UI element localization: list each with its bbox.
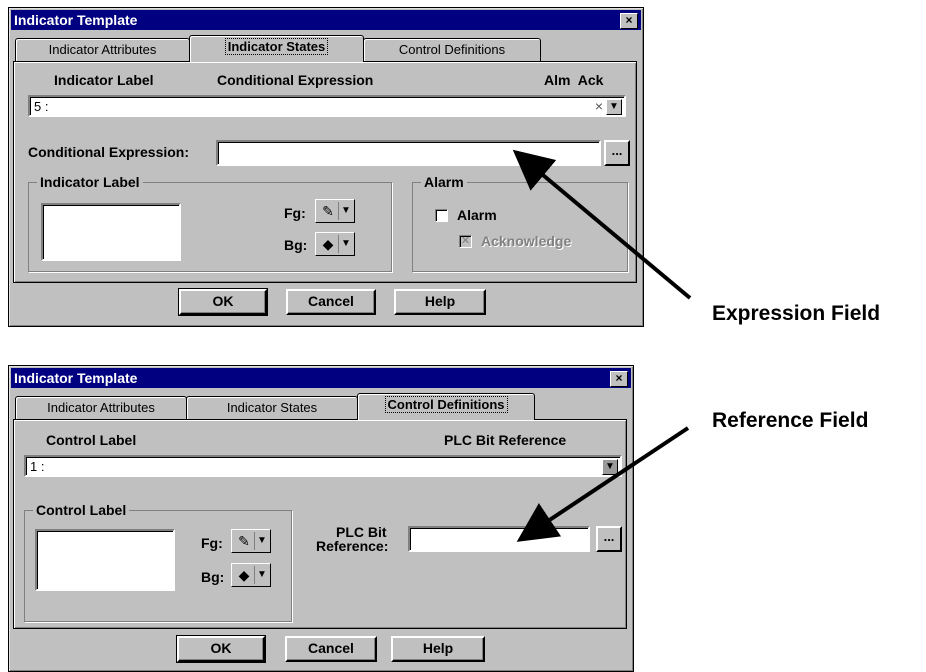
paint-bucket-icon: ◆ — [238, 567, 250, 583]
plc-bit-reference-field[interactable] — [408, 526, 590, 552]
combo-value: 5 : — [34, 99, 49, 114]
column-header-alm-ack: Alm Ack — [544, 72, 604, 88]
tab-indicator-states[interactable]: Indicator States — [186, 396, 358, 420]
arrow-down-icon: ▼ — [338, 202, 353, 220]
reference-field-annotation: Reference Field — [712, 409, 869, 432]
acknowledge-checkbox-label: Acknowledge — [481, 233, 572, 249]
group-title: Control Label — [33, 502, 130, 518]
tab-control-definitions[interactable]: Control Definitions — [357, 393, 535, 420]
indicator-template-dialog-controls: Indicator Template × Indicator Attribute… — [8, 365, 634, 672]
controls-combo[interactable]: 1 : ▼ — [24, 455, 622, 477]
conditional-expression-label: Conditional Expression: — [28, 144, 190, 160]
arrow-down-icon: ▼ — [338, 235, 353, 253]
chevron-down-icon[interactable]: ▼ — [602, 459, 618, 475]
alm-mark: × — [594, 98, 603, 114]
bg-color-button[interactable]: ◆ ▼ — [315, 232, 355, 256]
indicator-label-group: Indicator Label Fg: ✎ ▼ Bg: ◆ ▼ — [28, 174, 392, 272]
close-icon[interactable]: × — [610, 371, 628, 387]
fg-color-button[interactable]: ✎ ▼ — [315, 199, 355, 223]
states-combo[interactable]: 5 : × ▼ — [28, 95, 626, 117]
expression-field-annotation: Expression Field — [712, 302, 881, 325]
fg-label: Fg: — [201, 535, 223, 551]
tab-control-definitions[interactable]: Control Definitions — [363, 38, 541, 62]
combo-value: 1 : — [30, 459, 45, 474]
browse-expression-button[interactable]: ... — [604, 140, 630, 166]
chevron-down-icon[interactable]: ▼ — [606, 99, 622, 115]
cancel-button[interactable]: Cancel — [285, 636, 377, 662]
arrow-down-icon: ▼ — [254, 566, 269, 584]
arrow-down-icon: ▼ — [254, 532, 269, 550]
paint-bucket-icon: ◆ — [322, 236, 334, 252]
ok-button[interactable]: OK — [176, 635, 266, 663]
column-header-plc-bit-reference: PLC Bit Reference — [444, 432, 567, 448]
ok-button[interactable]: OK — [178, 288, 268, 316]
tab-indicator-states[interactable]: Indicator States — [189, 35, 364, 62]
tab-indicator-attributes[interactable]: Indicator Attributes — [15, 38, 190, 62]
close-icon[interactable]: × — [620, 13, 638, 29]
acknowledge-checkbox[interactable]: ✕ — [459, 235, 472, 248]
dialog-title-bar[interactable]: Indicator Template × — [11, 368, 631, 388]
bg-label: Bg: — [201, 569, 225, 585]
help-button[interactable]: Help — [394, 289, 486, 315]
indicator-label-textbox[interactable] — [41, 203, 181, 261]
tab-panel: Control Label PLC Bit Reference 1 : ▼ Co… — [13, 419, 627, 629]
help-button[interactable]: Help — [391, 636, 485, 662]
alarm-group: Alarm Alarm ✕ Acknowledge — [412, 174, 628, 272]
group-title: Indicator Label — [37, 174, 143, 190]
dialog-title: Indicator Template — [14, 370, 138, 386]
fg-label: Fg: — [284, 205, 306, 221]
indicator-template-dialog-states: Indicator Template × Indicator Attribute… — [8, 7, 644, 327]
tab-panel: Indicator Label Conditional Expression A… — [13, 61, 637, 283]
tab-indicator-attributes[interactable]: Indicator Attributes — [15, 396, 187, 420]
dialog-title: Indicator Template — [14, 12, 138, 28]
alarm-checkbox-label: Alarm — [457, 207, 497, 223]
browse-reference-button[interactable]: ... — [596, 526, 622, 552]
column-header-control-label: Control Label — [46, 432, 137, 448]
cancel-button[interactable]: Cancel — [286, 289, 376, 315]
column-header-conditional-expression: Conditional Expression — [217, 72, 374, 88]
bg-color-button[interactable]: ◆ ▼ — [231, 563, 271, 587]
alarm-checkbox[interactable] — [435, 209, 448, 222]
control-label-textbox[interactable] — [35, 529, 175, 591]
bg-label: Bg: — [284, 237, 308, 253]
group-title: Alarm — [421, 174, 467, 190]
column-header-indicator-label: Indicator Label — [54, 72, 154, 88]
fg-color-button[interactable]: ✎ ▼ — [231, 529, 271, 553]
conditional-expression-field[interactable] — [216, 140, 601, 166]
pencil-icon: ✎ — [238, 533, 250, 549]
plc-bit-label-line2: Reference: — [316, 538, 389, 554]
control-label-group: Control Label Fg: ✎ ▼ Bg: ◆ ▼ — [24, 502, 292, 622]
pencil-icon: ✎ — [322, 203, 334, 219]
dialog-title-bar[interactable]: Indicator Template × — [11, 10, 641, 30]
